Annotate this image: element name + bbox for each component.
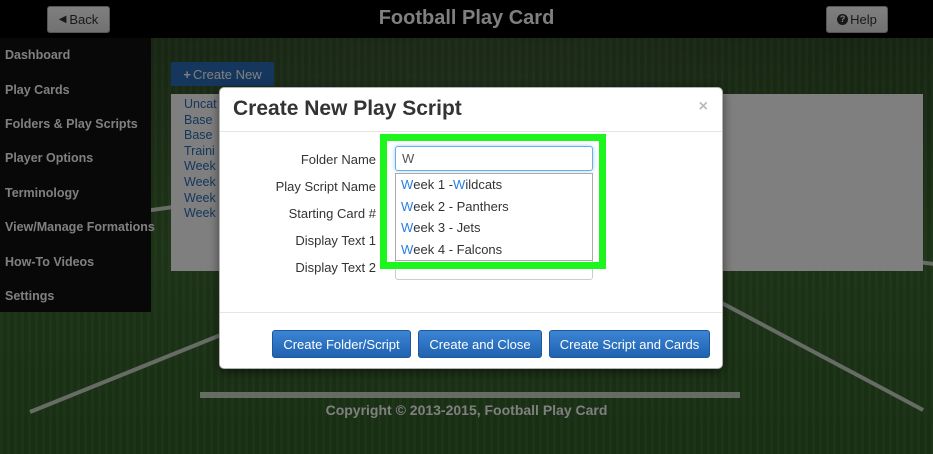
create-folder-script-button[interactable]: Create Folder/Script — [272, 330, 411, 358]
highlight-box — [380, 134, 606, 269]
display-text-1-label: Display Text 1 — [295, 233, 376, 248]
modal-footer: Create Folder/Script Create and Close Cr… — [220, 312, 722, 369]
display-text-2-label: Display Text 2 — [295, 260, 376, 275]
close-icon[interactable]: × — [699, 98, 708, 116]
play-script-name-label: Play Script Name — [275, 179, 376, 194]
create-script-and-cards-button[interactable]: Create Script and Cards — [549, 330, 710, 358]
create-and-close-button[interactable]: Create and Close — [418, 330, 542, 358]
modal-title: Create New Play Script — [233, 97, 462, 120]
starting-card-label: Starting Card # — [288, 206, 376, 221]
modal-header: Create New Play Script × — [220, 88, 722, 132]
folder-name-label: Folder Name — [300, 152, 376, 167]
